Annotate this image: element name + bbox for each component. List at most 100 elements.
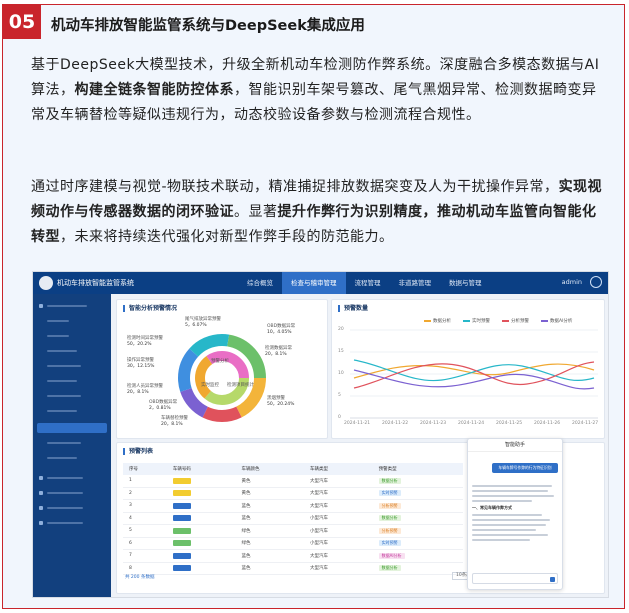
- menu-icon: [39, 521, 43, 525]
- sidebar: [33, 294, 111, 597]
- paragraph-2-text-b: 。显著: [234, 204, 278, 220]
- table-row[interactable]: 2 黄色 大型汽车 实时预警: [123, 487, 463, 500]
- series-line: [353, 361, 595, 389]
- table-row[interactable]: 1 黄色 大型汽车 数据分析: [123, 475, 463, 488]
- sidebar-item[interactable]: [39, 517, 43, 529]
- plate-cell: [166, 537, 236, 550]
- paragraph-1-bold: 构建全链条智能防控体系: [74, 82, 234, 98]
- donut-label-name: 操作异常预警: [127, 358, 154, 363]
- sidebar-subitem[interactable]: [47, 442, 81, 444]
- table-row[interactable]: 3 蓝色 大型汽车 分析预警: [123, 499, 463, 513]
- plate-cell: [166, 499, 236, 513]
- sidebar-subitem[interactable]: [47, 320, 69, 322]
- warning-type-cell: 数据分析: [372, 475, 463, 488]
- dashboard-topbar: 机动车排放智能监管系统 综合概览 检查与稽审管理 流程管理 非道路管理 数据与管理 ad…: [33, 272, 608, 294]
- sidebar-item[interactable]: [39, 472, 43, 484]
- sidebar-subitem[interactable]: [47, 457, 77, 459]
- warning-type-tag: 实时预警: [378, 490, 401, 497]
- plate-cell: [166, 475, 236, 488]
- sidebar-item-label: [47, 477, 83, 479]
- app-title: 机动车排放智能监管系统: [57, 279, 134, 287]
- donut-label-name: 检测人员异常预警: [127, 384, 163, 389]
- reply-line: [472, 529, 536, 531]
- donut-inner-label: 实时监控: [201, 383, 219, 388]
- sidebar-subitem[interactable]: [47, 350, 77, 352]
- reply-line: [472, 490, 548, 492]
- donut-label-name: 车辆替检预警: [161, 416, 188, 421]
- vehicle-type: 小型汽车: [304, 512, 373, 525]
- reply-line: [472, 485, 552, 487]
- chat-reply-section: 一、常见车辆作弊方式: [472, 505, 512, 510]
- sidebar-subitem[interactable]: [47, 410, 77, 412]
- row-number: 7: [123, 549, 167, 563]
- user-name[interactable]: admin: [562, 278, 582, 286]
- plate-cell: [166, 562, 236, 575]
- sidebar-subitem-active[interactable]: [37, 423, 107, 433]
- app-logo-icon: [39, 276, 53, 290]
- menu-icon: [39, 506, 43, 510]
- license-plate: [172, 540, 191, 546]
- nav-tab[interactable]: 非道路管理: [390, 272, 441, 294]
- sidebar-item[interactable]: [39, 487, 43, 499]
- donut-label-name: 检测数据异常: [265, 346, 292, 351]
- sidebar-subitem[interactable]: [47, 395, 81, 397]
- sidebar-item[interactable]: [39, 502, 43, 514]
- nav-tab[interactable]: 数据与管理: [440, 272, 491, 294]
- table-header-cell: 车辆类型: [304, 463, 373, 475]
- warning-type-tag: 数据分析: [378, 565, 401, 572]
- vehicle-type: 小型汽车: [304, 524, 373, 538]
- sidebar-subitem[interactable]: [47, 365, 81, 367]
- chat-input[interactable]: [472, 573, 558, 584]
- warning-type-tag: 数据分析: [378, 515, 401, 522]
- reply-line: [472, 539, 530, 541]
- nav-tab[interactable]: 检查与稽审管理: [282, 272, 346, 294]
- send-icon[interactable]: [550, 577, 555, 582]
- vehicle-type: 大型汽车: [304, 487, 373, 500]
- warning-type-cell: 数据AI分析: [372, 549, 463, 563]
- donut-label-value: 10，4.05%: [267, 330, 292, 335]
- vehicle-color: 蓝色: [235, 499, 305, 513]
- donut-label: 检测人员异常预警 20，8.1%: [127, 384, 163, 396]
- vehicle-color: 黄色: [235, 475, 305, 488]
- sidebar-subitem[interactable]: [47, 335, 69, 337]
- donut-label-value: 2，0.81%: [149, 406, 171, 411]
- warning-type-cell: 实时预警: [372, 487, 463, 500]
- settings-icon[interactable]: [590, 276, 602, 288]
- donut-label-value: 30，12.15%: [127, 364, 155, 369]
- nav-tabs: 综合概览 检查与稽审管理 流程管理 非道路管理 数据与管理: [238, 272, 491, 294]
- menu-icon: [39, 476, 43, 480]
- vehicle-type: 大型汽车: [304, 549, 373, 563]
- license-plate: [172, 552, 191, 559]
- nav-tab[interactable]: 综合概览: [238, 272, 282, 294]
- row-number: 3: [123, 499, 167, 513]
- row-number: 2: [123, 487, 167, 500]
- vehicle-color: 蓝色: [235, 512, 305, 525]
- warning-type-cell: 数据分析: [372, 562, 463, 575]
- nav-tab[interactable]: 流程管理: [346, 272, 390, 294]
- table-row[interactable]: 6 绿色 小型汽车 实时预警: [123, 537, 463, 550]
- table-body: 1 黄色 大型汽车 数据分析 2 黄色 大型汽车 实时预警 3 蓝色 大型汽车 分析预警 4 蓝色 小型汽车…: [123, 475, 463, 575]
- donut-label: 黑烟预警 50，20.24%: [267, 396, 294, 408]
- sidebar-subitem[interactable]: [47, 380, 77, 382]
- warning-type-tag: 分析预警: [378, 527, 401, 534]
- reply-line: [472, 524, 546, 526]
- table-row[interactable]: 5 绿色 小型汽车 分析预警: [123, 524, 463, 538]
- section-card: 05 机动车排放智能监管系统与DeepSeek集成应用 基于DeepSeek大模…: [2, 4, 625, 609]
- reply-line: [472, 514, 542, 516]
- dashboard-screenshot: 机动车排放智能监管系统 综合概览 检查与稽审管理 流程管理 非道路管理 数据与管理 ad…: [32, 271, 609, 598]
- license-plate: [172, 477, 191, 484]
- sidebar-item-label: [47, 305, 87, 307]
- table-header-cell: 序号: [123, 463, 167, 475]
- sidebar-item[interactable]: [39, 300, 43, 312]
- vehicle-color: 蓝色: [235, 562, 305, 575]
- vehicle-type: 大型汽车: [304, 475, 373, 488]
- donut-inner-label: 预警分析: [211, 359, 229, 364]
- plate-cell: [166, 512, 236, 525]
- reply-line: [472, 534, 548, 536]
- table-row[interactable]: 7 蓝色 大型汽车 数据AI分析: [123, 549, 463, 563]
- license-plate: [172, 490, 191, 496]
- warning-list-title: 预警列表: [123, 448, 153, 455]
- table-row[interactable]: 8 蓝色 大型汽车 数据分析: [123, 562, 463, 575]
- table-row[interactable]: 4 蓝色 小型汽车 数据分析: [123, 512, 463, 525]
- donut-label: 尾气排放异常预警 5，6.07%: [185, 317, 221, 329]
